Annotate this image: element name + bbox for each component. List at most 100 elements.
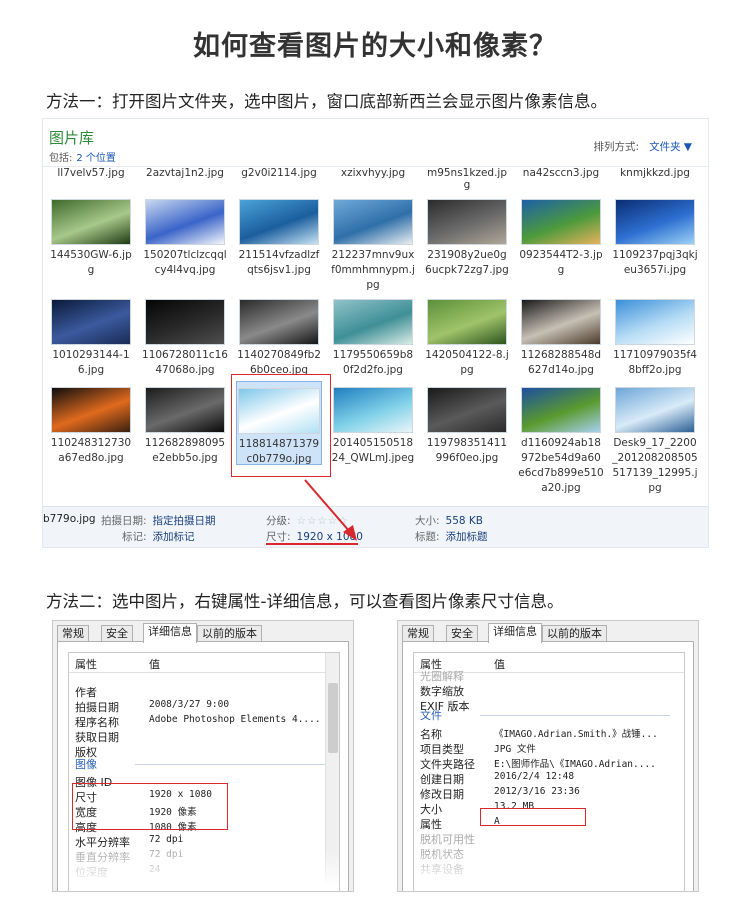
thumbnail-item[interactable]: 212237mnv9uxf0mmhmnypm.jpg xyxy=(330,199,416,293)
tab-previous-versions[interactable]: 以前的版本 xyxy=(197,625,262,642)
thumbnail-image[interactable] xyxy=(615,199,695,245)
tab-general[interactable]: 常规 xyxy=(402,625,434,642)
tab-security[interactable]: 安全 xyxy=(101,625,133,642)
property-row[interactable]: 程序名称 Adobe Photoshop Elements 4.... xyxy=(69,713,327,728)
thumbnail-item[interactable]: 1140270849fb26b0ceo.jpg xyxy=(236,299,322,378)
thumbnail-filename[interactable]: na42sccn3.jpg xyxy=(519,167,603,179)
property-name: 文件夹路径 xyxy=(420,758,475,770)
thumbnail-image[interactable] xyxy=(51,199,131,245)
thumbnail-image[interactable] xyxy=(427,199,507,245)
property-row[interactable]: 创建日期 2016/2/4 12:48 xyxy=(414,770,672,785)
tab-details[interactable]: 详细信息 xyxy=(143,623,197,643)
thumbnail-item[interactable]: 231908y2ue0g6ucpk72zg7.jpg xyxy=(424,199,510,278)
thumbnail-item[interactable]: 20140515051824_QWLmJ.jpeg xyxy=(330,387,416,466)
thumbnail-image[interactable] xyxy=(51,387,131,433)
tab-previous-versions[interactable]: 以前的版本 xyxy=(542,625,607,642)
thumbnail-image[interactable] xyxy=(145,387,225,433)
thumbnail-item[interactable]: 119798351411996f0eo.jpg xyxy=(424,387,510,466)
property-group-header: 文件 xyxy=(420,707,670,722)
thumbnail-image[interactable] xyxy=(51,299,131,345)
thumbnail-image[interactable] xyxy=(521,299,601,345)
thumbnail-item[interactable]: 11268288548d627d14o.jpg xyxy=(518,299,604,378)
rating-stars[interactable]: ☆☆☆☆☆ xyxy=(297,515,349,527)
locations-link[interactable]: 2 个位置 xyxy=(76,153,116,164)
thumbnail-item[interactable]: 0923544T2-3.jpg xyxy=(518,199,604,278)
thumbnail-image[interactable] xyxy=(427,387,507,433)
property-list: 属性 值 作者 拍摄日期 2008/3/27 9:00 程序名称 Adobe Photo… xyxy=(68,652,340,891)
property-row[interactable]: 作者 xyxy=(69,683,327,698)
thumbnail-image[interactable] xyxy=(239,299,319,345)
thumbnail-item[interactable]: 1010293144-16.jpg xyxy=(48,299,134,378)
property-row[interactable]: 项目类型 JPG 文件 xyxy=(414,740,672,755)
property-row[interactable]: 数字缩放 xyxy=(414,682,672,697)
thumbnail-item[interactable]: 211514vfzadlzfqts6jsv1.jpg xyxy=(236,199,322,278)
thumbnail-image[interactable] xyxy=(615,299,695,345)
thumbnail-filename: 212237mnv9uxf0mmhmnypm.jpg xyxy=(331,249,415,291)
thumbnail-item[interactable]: d1160924ab18972be54d9a60e6cd7b899e510a20… xyxy=(518,387,604,496)
property-row[interactable]: 水平分辨率 72 dpi xyxy=(69,833,327,848)
thumbnail-filename: 211514vfzadlzfqts6jsv1.jpg xyxy=(238,249,320,276)
thumbnail-image[interactable] xyxy=(333,199,413,245)
property-row[interactable]: 修改日期 2012/3/16 23:36 xyxy=(414,785,672,800)
date-label: 拍摄日期: xyxy=(101,515,147,527)
property-row[interactable]: 名称 《IMAGO.Adrian.Smith.》战锤... xyxy=(414,725,672,740)
thumbnail-filename[interactable]: g2v0i2114.jpg xyxy=(237,167,321,179)
property-row[interactable]: 文件夹路径 E:\图师作品\《IMAGO.Adrian.... xyxy=(414,755,672,770)
thumbnail-item[interactable]: Desk9_17_2200_201208208505517139_12995.j… xyxy=(612,387,698,496)
fade-overlay xyxy=(69,851,339,891)
thumbnail-filename: 11268288548d627d14o.jpg xyxy=(520,349,602,376)
arrange-by-dropdown[interactable]: 文件夹 ▼ xyxy=(649,141,692,153)
property-name: 创建日期 xyxy=(420,773,464,785)
thumbnail-image[interactable] xyxy=(145,199,225,245)
thumbnail-filename: 11710979035f48bff2o.jpg xyxy=(613,349,697,376)
property-name: 作者 xyxy=(75,686,97,698)
thumbnail-filename[interactable]: ll7velv57.jpg xyxy=(49,167,133,179)
thumbnail-filename[interactable]: knmjkkzd.jpg xyxy=(613,167,697,179)
title-value[interactable]: 添加标题 xyxy=(446,531,488,543)
thumbnail-item[interactable]: 11710979035f48bff2o.jpg xyxy=(612,299,698,378)
property-name: 属性 xyxy=(420,818,442,830)
thumbnail-image[interactable] xyxy=(521,199,601,245)
thumbnail-image[interactable] xyxy=(333,387,413,433)
thumbnail-image[interactable] xyxy=(521,387,601,433)
thumbnail-filename-wrap: g xyxy=(463,179,471,191)
tab-security[interactable]: 安全 xyxy=(446,625,478,642)
tags-value[interactable]: 添加标记 xyxy=(153,531,195,543)
thumbnail-image[interactable] xyxy=(615,387,695,433)
thumbnail-filename[interactable]: 2azvtaj1n2.jpg xyxy=(143,167,227,179)
properties-dialog-file: 常规 安全 详细信息 以前的版本 属性 值 光圈解释 数字缩放 EXIF 版本 文件名… xyxy=(397,620,699,892)
thumbnail-image[interactable] xyxy=(145,299,225,345)
property-row[interactable]: 光圈解释 xyxy=(414,667,672,682)
thumbnail-item[interactable]: 144530GW-6.jpg xyxy=(48,199,134,278)
top-partial-row: ll7velv57.jpg 2azvtaj1n2.jpg g2v0i2114.jpg… xyxy=(43,165,708,191)
thumbnail-filename: 20140515051824_QWLmJ.jpeg xyxy=(331,437,415,464)
date-value[interactable]: 指定拍摄日期 xyxy=(153,515,216,527)
thumbnail-filename[interactable]: m95ns1kzed.jp xyxy=(425,167,509,179)
thumbnail-item[interactable]: 1420504122-8.jpg xyxy=(424,299,510,378)
thumbnail-item[interactable]: 112682898095e2ebb5o.jpg xyxy=(142,387,228,466)
thumbnail-image[interactable] xyxy=(333,299,413,345)
thumbnail-filename: 0923544T2-3.jpg xyxy=(519,249,603,276)
property-row[interactable]: 获取日期 xyxy=(69,728,327,743)
property-row[interactable]: 拍摄日期 2008/3/27 9:00 xyxy=(69,698,327,713)
tab-general[interactable]: 常规 xyxy=(57,625,89,642)
property-row[interactable]: 脱机可用性 xyxy=(414,830,672,845)
property-value: 2016/2/4 12:48 xyxy=(494,771,575,782)
tab-details[interactable]: 详细信息 xyxy=(488,623,542,643)
thumbnail-item[interactable]: 1109237pqj3qkjeu3657i.jpg xyxy=(612,199,698,278)
thumbnail-item[interactable]: 1179550659b80f2d2fo.jpg xyxy=(330,299,416,378)
column-value[interactable]: 值 xyxy=(149,656,160,672)
property-name: 修改日期 xyxy=(420,788,464,800)
thumbnail-image[interactable] xyxy=(239,199,319,245)
thumbnail-item[interactable]: 150207tlclzcqqlcy4l4vq.jpg xyxy=(142,199,228,278)
file-size-highlight xyxy=(480,808,586,826)
thumbnail-filename: Desk9_17_2200_201208208505517139_12995.j… xyxy=(612,437,698,494)
column-property[interactable]: 属性 xyxy=(75,656,97,672)
thumbnail-filename[interactable]: xzixvhyy.jpg xyxy=(331,167,415,179)
thumbnail-image[interactable] xyxy=(427,299,507,345)
scrollbar-thumb[interactable] xyxy=(328,683,338,753)
thumbnail-item[interactable]: 1106728011c1647068o.jpg xyxy=(142,299,228,378)
thumbnail-item[interactable]: 110248312730a67ed8o.jpg xyxy=(48,387,134,466)
thumbnail-filename: 112682898095e2ebb5o.jpg xyxy=(144,437,226,464)
thumbnail-filename: 1010293144-16.jpg xyxy=(52,349,130,376)
